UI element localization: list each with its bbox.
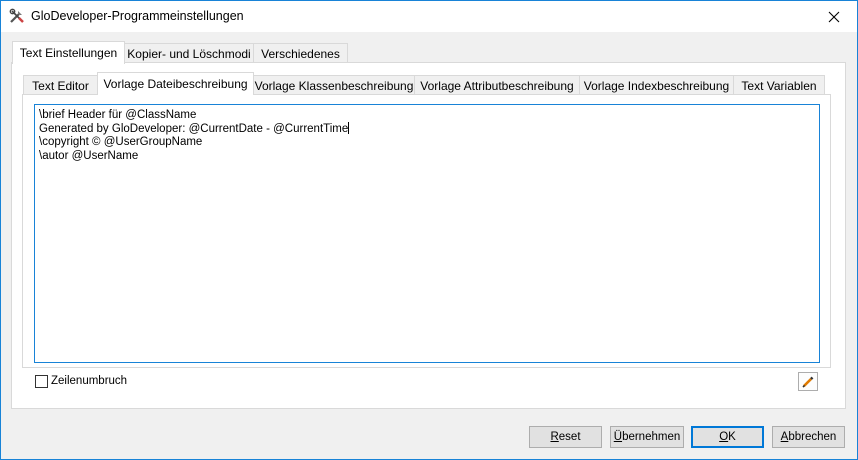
- tab-kopier-und-loeschmodi[interactable]: Kopier- und Löschmodi: [124, 43, 254, 63]
- editor-line: \autor @UserName: [39, 149, 139, 162]
- ok-button[interactable]: OK: [691, 426, 764, 448]
- tab-vorlage-attributbeschreibung[interactable]: Vorlage Attributbeschreibung: [414, 75, 580, 95]
- editor-line: \brief Header für @ClassName: [39, 109, 197, 121]
- close-icon: [828, 11, 840, 22]
- accelerator-key: A: [780, 431, 789, 443]
- window-title: GloDeveloper-Programmeinstellungen: [31, 9, 244, 23]
- tab-vorlage-klassenbeschreibung[interactable]: Vorlage Klassenbeschreibung: [253, 75, 415, 95]
- close-button[interactable]: [811, 1, 857, 32]
- edit-template-button[interactable]: [798, 372, 818, 391]
- accelerator-key: Ü: [613, 431, 623, 443]
- accelerator-key: O: [719, 431, 729, 443]
- template-editor[interactable]: \brief Header für @ClassName Generated b…: [34, 104, 820, 363]
- word-wrap-checkbox[interactable]: [35, 375, 48, 388]
- apply-button[interactable]: Übernehmen: [610, 426, 684, 448]
- pencil-icon: [802, 376, 814, 388]
- tab-verschiedenes[interactable]: Verschiedenes: [253, 43, 348, 63]
- tab-vorlage-indexbeschreibung[interactable]: Vorlage Indexbeschreibung: [579, 75, 734, 95]
- title-bar[interactable]: GloDeveloper-Programmeinstellungen: [1, 1, 857, 32]
- tab-text-variablen[interactable]: Text Variablen: [733, 75, 825, 95]
- word-wrap-label[interactable]: Zeilenumbruch: [51, 375, 127, 387]
- reset-button[interactable]: Reset: [529, 426, 602, 448]
- editor-line: \copyright © @UserGroupName: [39, 136, 203, 149]
- tools-icon: [9, 8, 25, 24]
- tab-vorlage-dateibeschreibung[interactable]: Vorlage Dateibeschreibung: [97, 72, 254, 95]
- editor-line: Generated by GloDeveloper: @CurrentDate …: [39, 122, 350, 136]
- tab-text-einstellungen[interactable]: Text Einstellungen: [12, 41, 125, 64]
- accelerator-key: R: [550, 431, 559, 443]
- tab-text-editor[interactable]: Text Editor: [23, 75, 98, 95]
- text-caret: [348, 122, 350, 135]
- cancel-button[interactable]: Abbrechen: [772, 426, 845, 448]
